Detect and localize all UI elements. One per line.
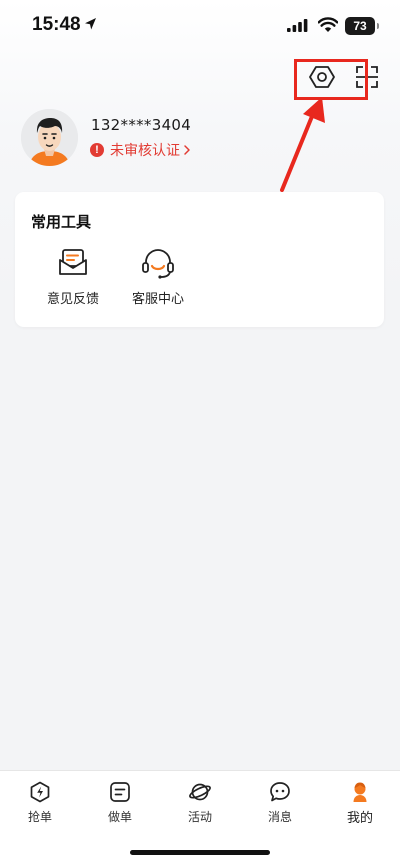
tab-do-order[interactable]: 做单 (80, 771, 160, 833)
battery-indicator: 73 (345, 17, 379, 35)
annotation-arrow (280, 97, 325, 192)
tab-label: 我的 (346, 811, 373, 826)
note-icon (110, 782, 130, 802)
signal-icon (287, 19, 308, 32)
avatar[interactable] (21, 109, 78, 166)
tab-grab-order[interactable]: 抢单 (0, 771, 80, 833)
tab-messages[interactable]: 消息 (240, 771, 320, 833)
chevron-right-icon (184, 145, 190, 155)
feedback-tool[interactable]: 意见反馈 (38, 248, 108, 308)
feedback-mail-icon (59, 249, 87, 275)
common-tools-card: 常用工具 意见反馈 客服中心 (15, 192, 384, 327)
user-icon (353, 782, 367, 802)
verify-status-text: 未审核认证 (110, 143, 180, 159)
tab-label: 活动 (187, 810, 212, 824)
lightning-hexagon-icon (30, 781, 50, 803)
home-indicator (130, 850, 270, 855)
planet-icon (189, 783, 211, 801)
location-arrow-icon (85, 18, 96, 30)
annotation-highlight-box (294, 59, 368, 100)
phone-number: 132****3404 (91, 116, 192, 134)
status-time: 15:48 (32, 14, 81, 35)
tab-activity[interactable]: 活动 (160, 771, 240, 833)
tab-mine[interactable]: 我的 (320, 771, 400, 833)
customer-service-tool-label: 客服中心 (131, 292, 184, 307)
warning-icon: ! (90, 143, 104, 157)
tab-label: 抢单 (27, 810, 52, 824)
feedback-tool-label: 意见反馈 (46, 292, 99, 307)
status-bar: 15:48 73 (0, 0, 400, 54)
tab-label: 消息 (267, 810, 292, 824)
tools-title: 常用工具 (31, 213, 92, 231)
avatar-illustration (21, 109, 78, 166)
headset-icon (142, 249, 174, 279)
wifi-icon (318, 17, 338, 32)
verify-status-link[interactable]: ! 未审核认证 (90, 140, 191, 160)
customer-service-tool[interactable]: 客服中心 (123, 248, 193, 308)
chat-bubble-icon (270, 782, 290, 802)
tab-label: 做单 (107, 810, 132, 824)
